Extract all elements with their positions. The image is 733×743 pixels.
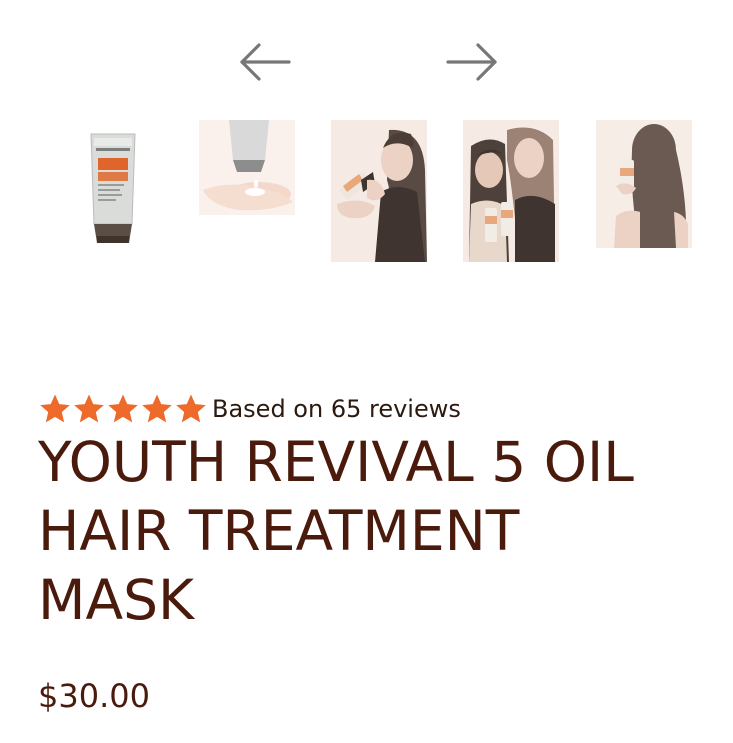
thumbnail-model-applying[interactable] bbox=[331, 120, 427, 262]
product-tube-image bbox=[90, 133, 136, 243]
star-icon bbox=[106, 392, 140, 426]
model-long-hair-back-image bbox=[596, 120, 692, 248]
product-title-line: MASK bbox=[38, 568, 195, 632]
product-title-line: HAIR TREATMENT bbox=[38, 499, 520, 563]
star-icon bbox=[38, 392, 72, 426]
product-price: $30.00 bbox=[38, 677, 150, 715]
star-icon bbox=[174, 392, 208, 426]
model-applying-product-image bbox=[331, 120, 427, 262]
star-icon bbox=[72, 392, 106, 426]
thumbnail-product-tube[interactable] bbox=[88, 132, 138, 245]
product-title-line: YOUTH REVIVAL 5 OIL bbox=[38, 430, 634, 494]
product-page: Based on 65 reviews YOUTH REVIVAL 5 OIL H… bbox=[0, 0, 733, 743]
review-rating[interactable]: Based on 65 reviews bbox=[38, 392, 461, 426]
two-models-with-product-image bbox=[463, 120, 559, 262]
thumbnail-product-in-hand[interactable] bbox=[199, 120, 295, 215]
rating-stars bbox=[38, 392, 208, 426]
product-title: YOUTH REVIVAL 5 OIL HAIR TREATMENT MASK bbox=[38, 428, 698, 635]
product-in-hand-image bbox=[199, 120, 295, 215]
thumbnail-model-back[interactable] bbox=[596, 120, 692, 248]
thumbnail-two-models[interactable] bbox=[463, 120, 559, 262]
star-icon bbox=[140, 392, 174, 426]
thumbnail-strip bbox=[0, 0, 733, 300]
review-count-text[interactable]: Based on 65 reviews bbox=[212, 395, 461, 423]
